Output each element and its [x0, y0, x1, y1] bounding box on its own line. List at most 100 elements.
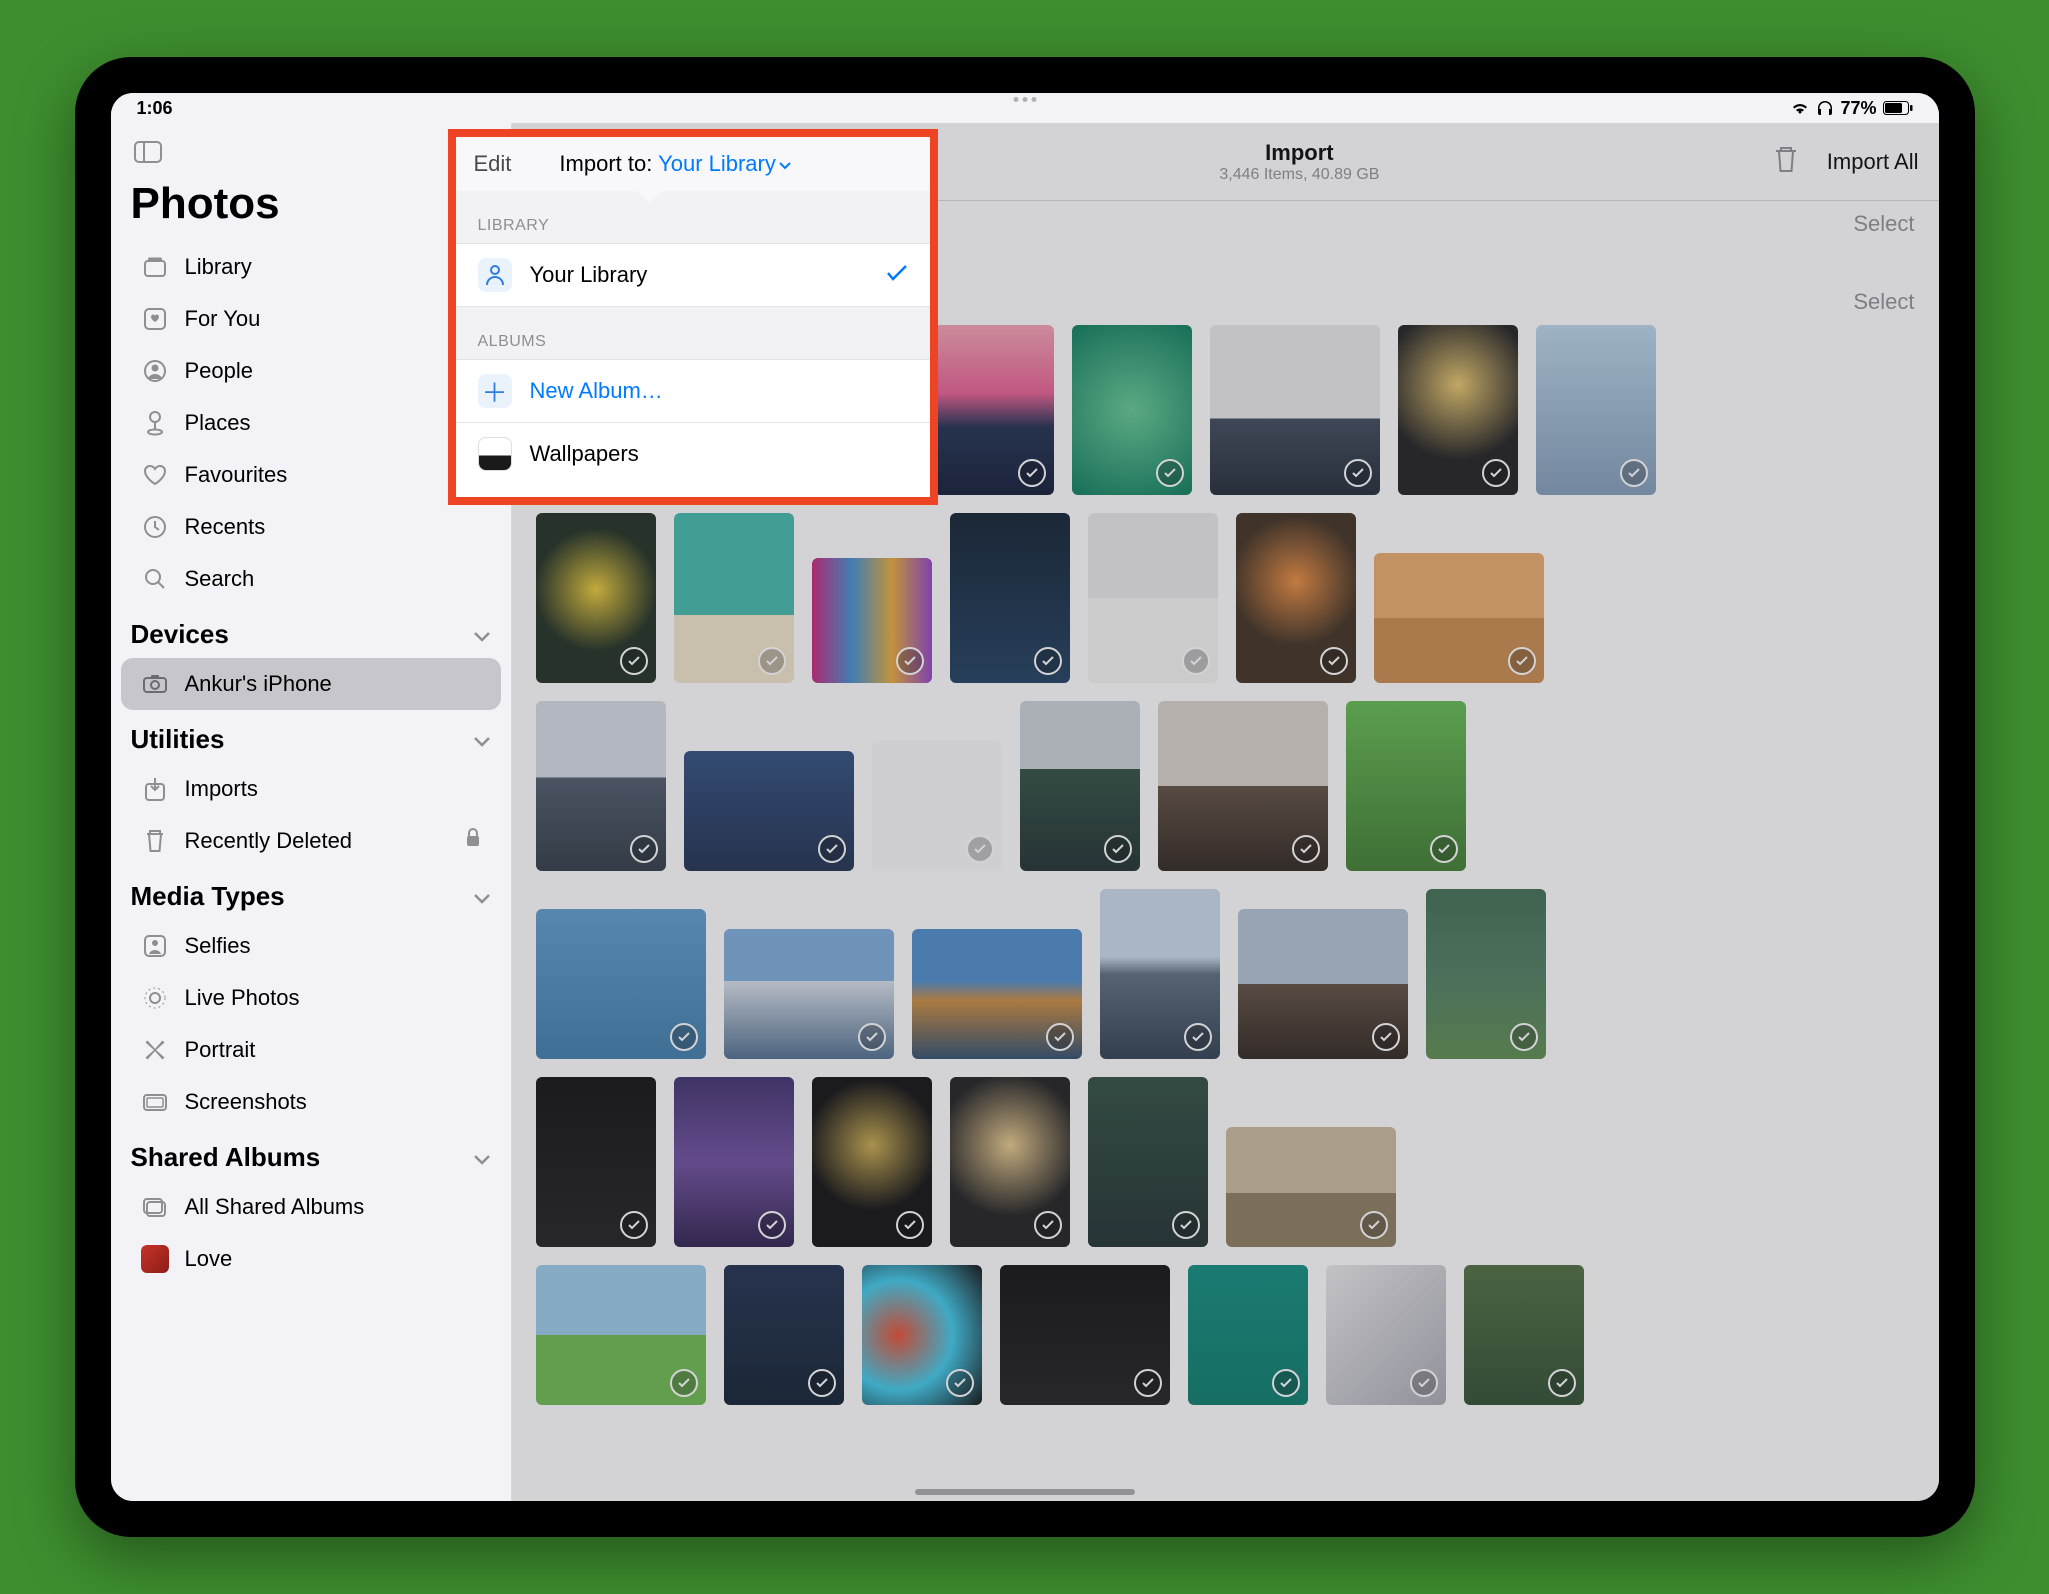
check-icon — [620, 647, 648, 675]
imports-icon — [141, 775, 169, 803]
sidebar-item-people[interactable]: People — [121, 345, 501, 397]
selfies-icon — [141, 932, 169, 960]
popover-option-new-album[interactable]: ＋ New Album… — [456, 360, 930, 423]
thumbnail[interactable] — [1464, 1265, 1584, 1405]
chevron-down-icon — [473, 619, 491, 650]
sidebar-section-media-types[interactable]: Media Types — [111, 867, 511, 920]
sidebar-item-selfies[interactable]: Selfies — [121, 920, 501, 972]
check-icon — [1272, 1369, 1300, 1397]
thumbnail[interactable] — [934, 325, 1054, 495]
thumbnail[interactable] — [536, 701, 666, 871]
check-icon — [808, 1369, 836, 1397]
thumbnail[interactable] — [1238, 909, 1408, 1059]
thumbnail[interactable] — [674, 1077, 794, 1247]
multitask-grip[interactable] — [1013, 97, 1036, 102]
sidebar-item-label: Imports — [185, 776, 258, 802]
sidebar-item-portrait[interactable]: Portrait — [121, 1024, 501, 1076]
thumbnail[interactable] — [812, 558, 932, 683]
sidebar-item-livephotos[interactable]: Live Photos — [121, 972, 501, 1024]
thumbnail[interactable] — [536, 1077, 656, 1247]
sidebar-item-label: All Shared Albums — [185, 1194, 365, 1220]
heart-icon — [141, 461, 169, 489]
status-right: 77% — [1790, 98, 1912, 119]
sidebar-item-recents[interactable]: Recents — [121, 501, 501, 553]
battery-percent: 77% — [1840, 98, 1876, 119]
thumbnail[interactable] — [1158, 701, 1328, 871]
sidebar-item-device[interactable]: Ankur's iPhone — [121, 658, 501, 710]
sidebar-item-library[interactable]: Library — [121, 241, 501, 293]
ipad-frame: 1:06 77% — [75, 57, 1975, 1537]
thumbnail[interactable] — [684, 751, 854, 871]
sidebar-section-devices[interactable]: Devices — [111, 605, 511, 658]
thumbnail[interactable] — [724, 1265, 844, 1405]
sidebar-item-label: Recents — [185, 514, 266, 540]
thumbnail[interactable] — [1374, 553, 1544, 683]
thumbnail[interactable] — [950, 513, 1070, 683]
thumbnail[interactable] — [1426, 889, 1546, 1059]
camera-icon — [141, 670, 169, 698]
thumbnail[interactable] — [1100, 889, 1220, 1059]
thumbnail[interactable] — [812, 1077, 932, 1247]
sidebar-section-utilities[interactable]: Utilities — [111, 710, 511, 763]
sidebar-item-label: Portrait — [185, 1037, 256, 1063]
delete-button[interactable] — [1773, 144, 1799, 180]
thumbnail[interactable] — [1088, 513, 1218, 683]
thumbnail[interactable] — [1072, 325, 1192, 495]
popover-option-wallpapers[interactable]: Wallpapers — [456, 423, 930, 497]
sidebar-item-label: Selfies — [185, 933, 251, 959]
sidebar-item-label: Live Photos — [185, 985, 300, 1011]
sidebar-item-label: Ankur's iPhone — [185, 671, 332, 697]
thumbnail[interactable] — [536, 513, 656, 683]
thumbnail[interactable] — [724, 929, 894, 1059]
popover-option-your-library[interactable]: Your Library — [456, 244, 930, 307]
check-icon — [1372, 1023, 1400, 1051]
thumbnail[interactable] — [862, 1265, 982, 1405]
thumbnail[interactable] — [1088, 1077, 1208, 1247]
home-indicator[interactable] — [915, 1489, 1135, 1495]
thumbnail[interactable] — [1346, 701, 1466, 871]
check-icon — [1508, 647, 1536, 675]
thumbnail[interactable] — [1188, 1265, 1308, 1405]
import-all-button[interactable]: Import All — [1827, 149, 1919, 175]
check-icon — [1430, 835, 1458, 863]
check-icon — [630, 835, 658, 863]
check-icon — [818, 835, 846, 863]
sidebar-item-album-love[interactable]: Love — [121, 1233, 501, 1285]
sidebar-item-places[interactable]: Places — [121, 397, 501, 449]
check-icon — [896, 647, 924, 675]
thumbnail[interactable] — [1020, 701, 1140, 871]
thumbnail[interactable] — [1398, 325, 1518, 495]
check-icon — [758, 647, 786, 675]
import-title: Import — [846, 140, 1753, 166]
edit-button[interactable]: Edit — [474, 151, 512, 177]
album-thumb-icon — [141, 1245, 169, 1273]
thumbnail[interactable] — [1226, 1127, 1396, 1247]
thumbnail[interactable] — [536, 909, 706, 1059]
thumbnail[interactable] — [872, 741, 1002, 871]
sidebar-section-shared-albums[interactable]: Shared Albums — [111, 1128, 511, 1181]
thumbnail[interactable] — [1210, 325, 1380, 495]
sidebar-item-label: Favourites — [185, 462, 288, 488]
thumbnail[interactable] — [536, 1265, 706, 1405]
import-to-target-button[interactable]: Your Library — [658, 151, 792, 176]
thumbnail[interactable] — [1536, 325, 1656, 495]
sidebar-item-screenshots[interactable]: Screenshots — [121, 1076, 501, 1128]
sidebar-item-imports[interactable]: Imports — [121, 763, 501, 815]
thumbnail[interactable] — [1326, 1265, 1446, 1405]
thumbnail[interactable] — [1236, 513, 1356, 683]
check-icon — [1482, 459, 1510, 487]
search-icon — [141, 565, 169, 593]
check-icon — [1034, 647, 1062, 675]
sidebar-toggle-button[interactable] — [129, 133, 167, 171]
sidebar-item-favourites[interactable]: Favourites — [121, 449, 501, 501]
thumbnail[interactable] — [950, 1077, 1070, 1247]
sidebar-item-recently-deleted[interactable]: Recently Deleted — [121, 815, 501, 867]
sidebar-item-foryou[interactable]: For You — [121, 293, 501, 345]
sidebar-item-label: Screenshots — [185, 1089, 307, 1115]
thumbnail[interactable] — [1000, 1265, 1170, 1405]
check-icon — [1510, 1023, 1538, 1051]
thumbnail[interactable] — [912, 929, 1082, 1059]
sidebar-item-all-shared[interactable]: All Shared Albums — [121, 1181, 501, 1233]
sidebar-item-search[interactable]: Search — [121, 553, 501, 605]
thumbnail[interactable] — [674, 513, 794, 683]
